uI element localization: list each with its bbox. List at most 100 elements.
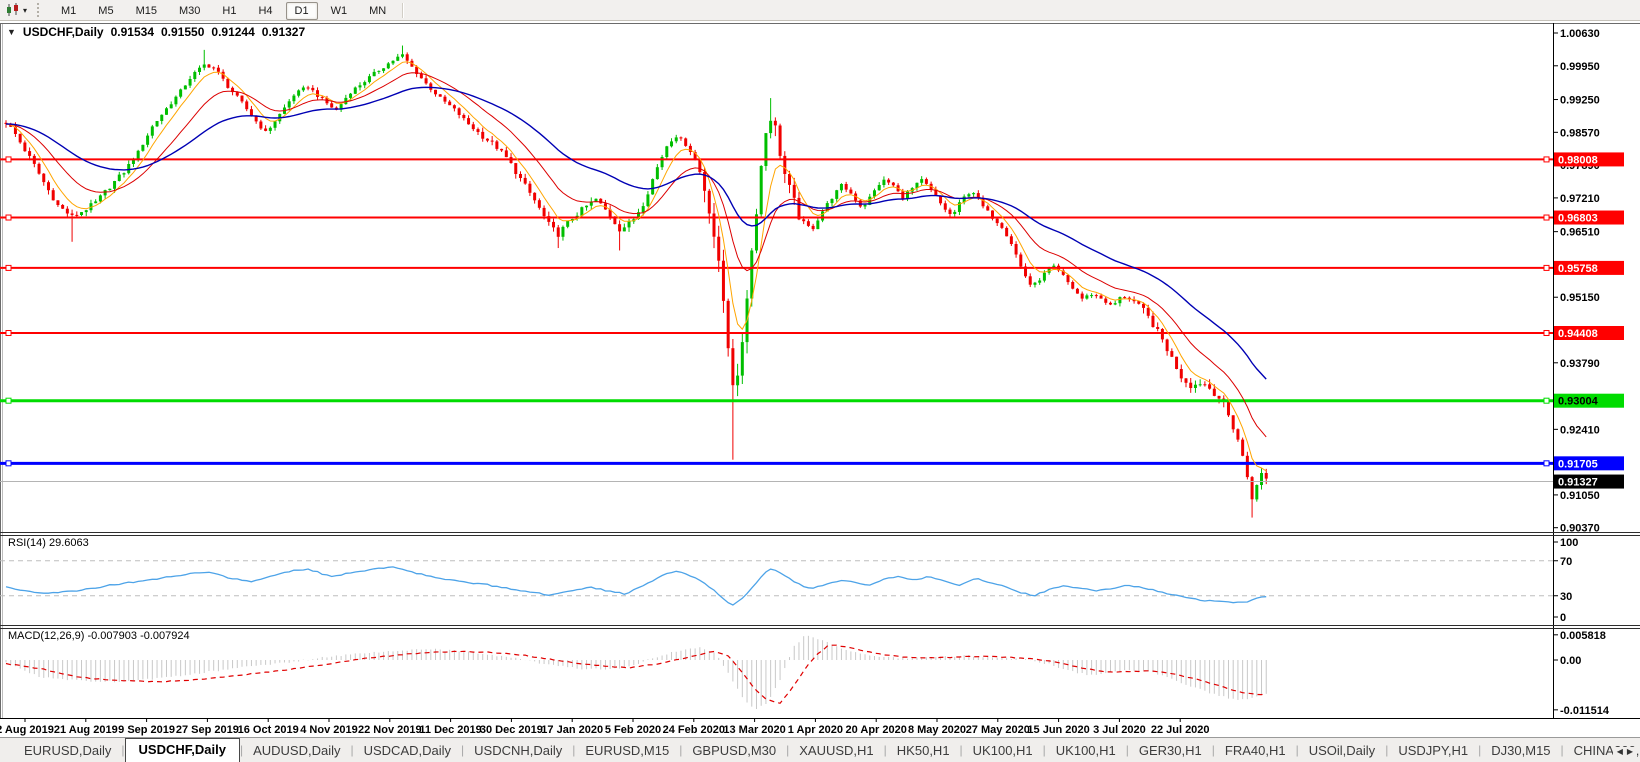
chevron-down-icon: ▾ (23, 5, 28, 15)
svg-text:0.91705: 0.91705 (1558, 458, 1598, 470)
svg-text:21 Aug 2019: 21 Aug 2019 (54, 724, 118, 736)
svg-text:8 May 2020: 8 May 2020 (908, 724, 966, 736)
price-chart-canvas[interactable]: 1.006300.999500.992500.985700.978900.972… (0, 23, 1640, 737)
tab-USDCHF-Daily[interactable]: USDCHF,Daily (124, 738, 240, 762)
symbol-menu-button[interactable]: ▼ (7, 27, 16, 37)
line-handle[interactable] (5, 156, 12, 163)
chart-type-button[interactable]: ▾ (2, 2, 30, 18)
rsi-panel[interactable]: 100 70 30 0 (0, 537, 1578, 624)
timeframe-button-W1[interactable]: W1 (322, 2, 357, 20)
tab-FRA40-H1[interactable]: FRA40,H1 (1215, 740, 1296, 762)
tab-EURUSD-Daily[interactable]: EURUSD,Daily (14, 740, 121, 762)
tab-USOil-Daily[interactable]: USOil,Daily (1299, 740, 1385, 762)
tab-XAUUSD-H1[interactable]: XAUUSD,H1 (789, 740, 883, 762)
svg-text:1 Apr 2020: 1 Apr 2020 (788, 724, 843, 736)
timeframe-button-M30[interactable]: M30 (170, 2, 209, 20)
svg-text:9 Sep 2019: 9 Sep 2019 (118, 724, 175, 736)
trading-platform-window: { "toolbar": { "chart_type_icon": "candl… (0, 0, 1640, 762)
svg-text:0: 0 (1560, 612, 1566, 624)
ma-mid-line[interactable] (5, 72, 1267, 438)
tab-USDCAD-Daily[interactable]: USDCAD,Daily (354, 740, 461, 762)
svg-text:70: 70 (1560, 556, 1572, 568)
ohlc-open: 0.91534 (110, 25, 154, 39)
svg-text:0.96803: 0.96803 (1558, 213, 1598, 225)
timeframe-button-M1[interactable]: M1 (52, 2, 85, 20)
chart-tabs: EURUSD,Daily | USDCHF,Daily | AUDUSD,Daily | U… (14, 738, 1640, 762)
svg-text:0.99250: 0.99250 (1560, 95, 1600, 107)
timeframe-button-H4[interactable]: H4 (249, 2, 281, 20)
hline-0.95758[interactable]: 0.95758 (0, 260, 1624, 275)
line-handle[interactable] (5, 460, 12, 467)
svg-text:0.91327: 0.91327 (1558, 477, 1598, 489)
line-handle[interactable] (1543, 264, 1550, 271)
horizontal-lines: 0.98008 0.96803 0.95758 0.94408 0.93004 0.917… (0, 152, 1624, 471)
toolbar-grip[interactable] (37, 3, 43, 17)
hline-0.98008[interactable]: 0.98008 (0, 152, 1624, 167)
svg-text:0.94408: 0.94408 (1558, 328, 1598, 340)
timeframe-button-H1[interactable]: H1 (213, 2, 245, 20)
tab-USDCNH-Daily[interactable]: USDCNH,Daily (464, 740, 572, 762)
svg-text:15 Jun 2020: 15 Jun 2020 (1027, 724, 1089, 736)
tab-HK50-H1[interactable]: HK50,H1 (887, 740, 960, 762)
svg-text:1.00630: 1.00630 (1560, 28, 1600, 40)
tab-scroll-left-icon[interactable]: ◀ (1617, 747, 1627, 756)
chart-symbol-period: USDCHF,Daily (22, 25, 104, 39)
svg-text:0.98008: 0.98008 (1558, 154, 1598, 166)
svg-text:0.90370: 0.90370 (1560, 523, 1600, 535)
svg-text:0.00: 0.00 (1560, 655, 1581, 667)
svg-text:27 May 2020: 27 May 2020 (966, 724, 1030, 736)
svg-text:0.97210: 0.97210 (1560, 193, 1600, 205)
svg-text:17 Jan 2020: 17 Jan 2020 (541, 724, 603, 736)
tab-EURUSD-M15[interactable]: EURUSD,M15 (575, 740, 679, 762)
ohlc-low: 0.91244 (211, 25, 255, 39)
line-handle[interactable] (1543, 156, 1550, 163)
tab-UK100-H1[interactable]: UK100,H1 (963, 740, 1043, 762)
macd-panel[interactable]: 0.005818 0.00 -0.011514 (5, 630, 1610, 717)
hline-0.94408[interactable]: 0.94408 (0, 325, 1624, 340)
line-handle[interactable] (1543, 329, 1550, 336)
tab-scroll-right-icon[interactable]: ▶ (1627, 747, 1637, 756)
hline-0.93004[interactable]: 0.93004 (0, 393, 1624, 408)
timeframe-button-M15[interactable]: M15 (127, 2, 166, 20)
hline-0.91705[interactable]: 0.91705 (0, 456, 1624, 471)
tab-AUDUSD-Daily[interactable]: AUDUSD,Daily (243, 740, 350, 762)
date-axis[interactable]: 2 Aug 2019 21 Aug 2019 9 Sep 2019 27 Sep 20… (0, 718, 1210, 736)
ma-slow-line[interactable] (5, 86, 1267, 380)
ohlc-close: 0.91327 (261, 25, 306, 39)
tab-scroll-arrows: ◀▶ (1612, 747, 1637, 756)
svg-text:24 Feb 2020: 24 Feb 2020 (663, 724, 725, 736)
svg-text:0.93004: 0.93004 (1558, 396, 1599, 408)
svg-text:13 Mar 2020: 13 Mar 2020 (723, 724, 785, 736)
svg-text:0.91050: 0.91050 (1560, 490, 1600, 502)
timeframe-button-MN[interactable]: MN (360, 2, 395, 20)
line-handle[interactable] (5, 214, 12, 221)
svg-text:16 Oct 2019: 16 Oct 2019 (238, 724, 299, 736)
svg-text:11 Dec 2019: 11 Dec 2019 (419, 724, 481, 736)
line-handle[interactable] (1543, 214, 1550, 221)
line-handle[interactable] (5, 329, 12, 336)
timeframe-button-M5[interactable]: M5 (89, 2, 122, 20)
line-handle[interactable] (1543, 460, 1550, 467)
timeframe-button-D1[interactable]: D1 (285, 2, 318, 20)
ma-fast-line[interactable] (5, 61, 1267, 472)
svg-text:22 Jul 2020: 22 Jul 2020 (1151, 724, 1210, 736)
tab-USDJPY-H1[interactable]: USDJPY,H1 (1388, 740, 1478, 762)
line-handle[interactable] (5, 264, 12, 271)
svg-text:0.96510: 0.96510 (1560, 227, 1600, 239)
svg-text:30 Dec 2019: 30 Dec 2019 (480, 724, 543, 736)
svg-text:20 Apr 2020: 20 Apr 2020 (846, 724, 907, 736)
svg-text:3 Jul 2020: 3 Jul 2020 (1093, 724, 1146, 736)
chart-frame (0, 23, 1640, 719)
line-handle[interactable] (5, 397, 12, 404)
toolbar-separator (402, 2, 405, 18)
tab-UK100-H1[interactable]: UK100,H1 (1046, 740, 1126, 762)
svg-text:2 Aug 2019: 2 Aug 2019 (0, 724, 54, 736)
line-handle[interactable] (1543, 397, 1550, 404)
candlestick-chart-icon (7, 3, 18, 16)
svg-text:22 Nov 2019: 22 Nov 2019 (358, 724, 422, 736)
tab-GER30-H1[interactable]: GER30,H1 (1129, 740, 1212, 762)
tab-GBPUSD-M30[interactable]: GBPUSD,M30 (682, 740, 786, 762)
macd-signal-line (5, 644, 1267, 704)
tab-DJ30-M15[interactable]: DJ30,M15 (1481, 740, 1560, 762)
chart-title-strip: ▼ USDCHF,Daily 0.91534 0.91550 0.91244 0… (7, 25, 305, 39)
